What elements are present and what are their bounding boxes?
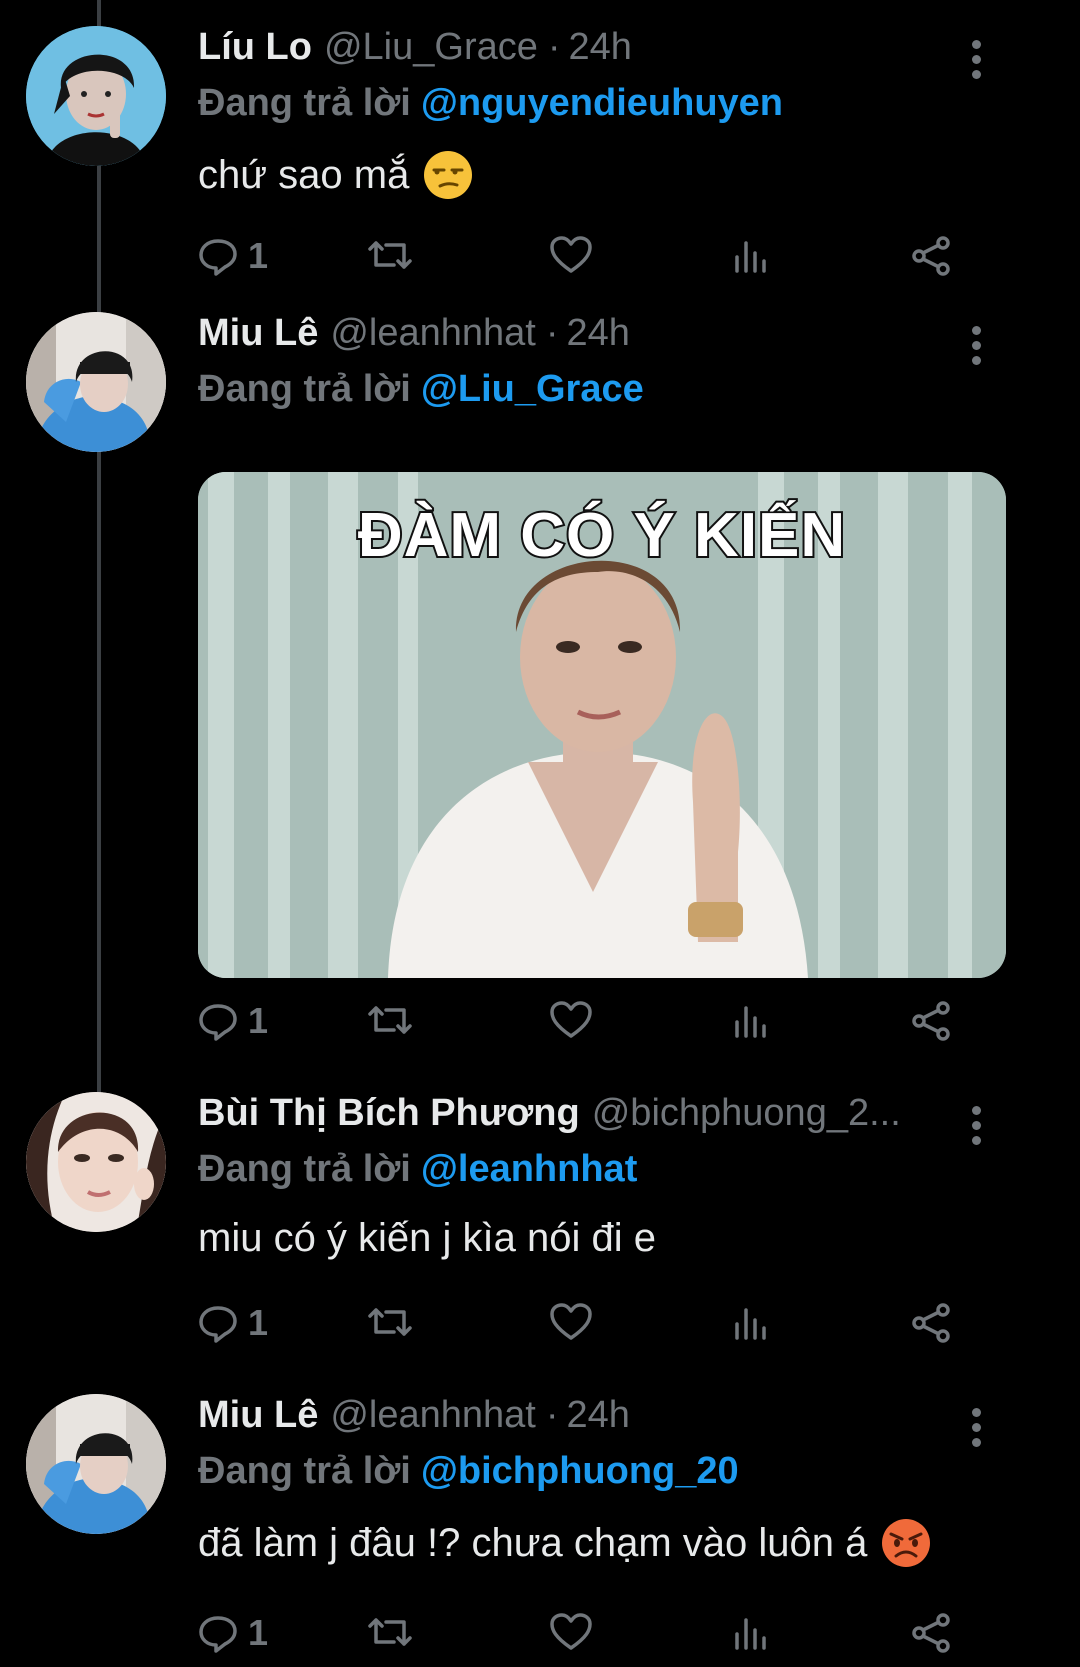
retweet-button[interactable] (366, 235, 414, 275)
views-button[interactable] (733, 235, 769, 275)
retweet-icon (368, 1006, 412, 1034)
author-name[interactable]: Líu Lo (198, 26, 312, 69)
angry-face-icon (881, 1518, 931, 1568)
timestamp[interactable]: 24h (567, 1394, 630, 1437)
avatar[interactable] (26, 1092, 166, 1232)
share-button[interactable] (910, 1000, 952, 1042)
like-button[interactable] (550, 1302, 592, 1342)
replying-prefix: Đang trả lời (198, 1450, 411, 1492)
share-button[interactable] (910, 1612, 952, 1654)
retweet-button[interactable] (366, 1612, 414, 1652)
tweet-actions: 1 (198, 235, 1028, 285)
tweet-text-body: đã làm j đâu !? chưa chạm vào luôn á (198, 1520, 868, 1565)
retweet-icon (368, 241, 412, 269)
replying-prefix: Đang trả lời (198, 1148, 411, 1190)
retweet-icon (368, 1618, 412, 1646)
heart-icon (550, 1001, 592, 1038)
retweet-button[interactable] (366, 1000, 414, 1040)
retweet-icon (368, 1308, 412, 1336)
reply-icon (199, 1616, 237, 1653)
views-button[interactable] (733, 1302, 769, 1342)
reply-icon (199, 1004, 237, 1041)
tweet-text-body: chứ sao mắ (198, 152, 410, 197)
replying-to: Đang trả lời @Liu_Grace (198, 368, 1010, 422)
share-button[interactable] (910, 235, 952, 277)
tweet-text: đã làm j đâu !? chưa chạm vào luôn á (198, 1518, 1010, 1568)
media-caption: ĐÀM CÓ Ý KIẾN (356, 499, 847, 572)
share-icon (912, 236, 950, 276)
mention-link[interactable]: @nguyendieuhuyen (421, 82, 783, 124)
author-name[interactable]: Miu Lê (198, 312, 318, 355)
replying-to: Đang trả lời @nguyendieuhuyen (198, 82, 1010, 136)
share-button[interactable] (910, 1302, 952, 1344)
more-options-icon[interactable] (972, 1408, 982, 1448)
reply-button[interactable]: 1 (198, 235, 268, 277)
reply-button[interactable]: 1 (198, 1302, 268, 1344)
reply-count: 1 (248, 1612, 269, 1653)
author-name[interactable]: Miu Lê (198, 1394, 318, 1437)
replying-to: Đang trả lời @bichphuong_20 (198, 1450, 1010, 1504)
separator-dot: · (545, 312, 559, 354)
author-handle[interactable]: @bichphuong_2... (592, 1092, 901, 1135)
avatar[interactable] (26, 312, 166, 452)
heart-icon (550, 1613, 592, 1650)
author-name[interactable]: Bùi Thị Bích Phương (198, 1092, 580, 1135)
tweet-actions: 1 (198, 1000, 1028, 1050)
more-options-icon[interactable] (972, 1106, 982, 1146)
author-handle[interactable]: @leanhnhat (330, 312, 536, 355)
like-button[interactable] (550, 1000, 592, 1040)
timestamp[interactable]: 24h (569, 26, 632, 69)
reply-count: 1 (248, 1302, 269, 1343)
like-button[interactable] (550, 235, 592, 275)
share-icon (912, 1303, 950, 1343)
reply-count: 1 (248, 235, 269, 276)
heart-icon (550, 1303, 592, 1340)
reply-icon (199, 1306, 237, 1343)
reply-icon (199, 239, 237, 276)
tweet-actions: 1 (198, 1612, 1028, 1662)
mention-link[interactable]: @bichphuong_20 (421, 1450, 739, 1492)
author-handle[interactable]: @Liu_Grace (324, 26, 538, 69)
analytics-icon (735, 241, 766, 273)
analytics-icon (735, 1618, 766, 1650)
tweet-text: miu có ý kiến j kìa nói đi e (198, 1216, 1010, 1261)
like-button[interactable] (550, 1612, 592, 1652)
tweet-text: chứ sao mắ (198, 150, 1010, 200)
analytics-icon (735, 1308, 766, 1340)
mention-link[interactable]: @Liu_Grace (421, 368, 644, 410)
tweet-text-body: miu có ý kiến j kìa nói đi e (198, 1216, 656, 1260)
analytics-icon (735, 1006, 766, 1038)
reply-count: 1 (248, 1000, 269, 1041)
avatar[interactable] (26, 26, 166, 166)
separator-dot: · (547, 26, 561, 68)
share-icon (912, 1001, 950, 1041)
timestamp[interactable]: 24h (567, 312, 630, 355)
heart-icon (550, 236, 592, 273)
replying-prefix: Đang trả lời (198, 82, 411, 124)
views-button[interactable] (733, 1612, 769, 1652)
mention-link[interactable]: @leanhnhat (421, 1148, 638, 1190)
unamused-face-icon (423, 150, 473, 200)
tweet-media-image[interactable]: ĐÀM CÓ Ý KIẾN (198, 472, 1006, 978)
replying-to: Đang trả lời @leanhnhat (198, 1148, 1010, 1202)
share-icon (912, 1613, 950, 1653)
more-options-icon[interactable] (972, 40, 982, 80)
retweet-button[interactable] (366, 1302, 414, 1342)
reply-button[interactable]: 1 (198, 1000, 268, 1042)
avatar[interactable] (26, 1394, 166, 1534)
author-handle[interactable]: @leanhnhat (330, 1394, 536, 1437)
separator-dot: · (545, 1394, 559, 1436)
views-button[interactable] (733, 1000, 769, 1040)
reply-button[interactable]: 1 (198, 1612, 268, 1654)
more-options-icon[interactable] (972, 326, 982, 366)
tweet-actions: 1 (198, 1302, 1028, 1352)
replying-prefix: Đang trả lời (198, 368, 411, 410)
